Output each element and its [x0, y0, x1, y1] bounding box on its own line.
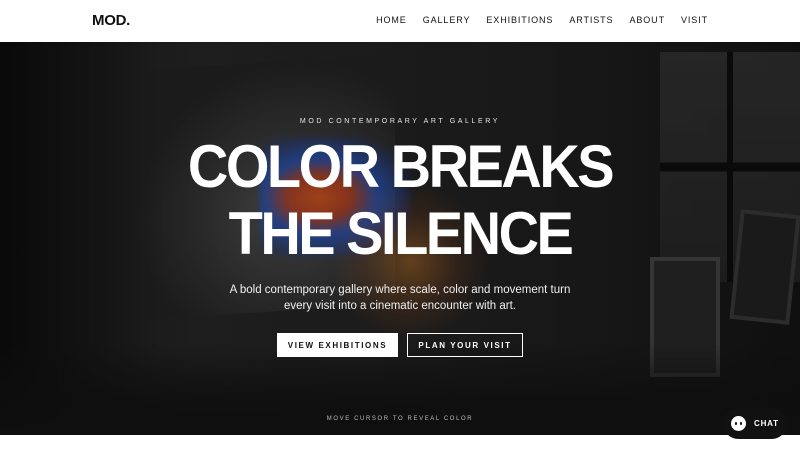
nav-home[interactable]: HOME [376, 15, 407, 25]
chat-button[interactable]: CHAT [723, 408, 787, 439]
top-nav: MOD. HOME GALLERY EXHIBITIONS ARTISTS AB… [0, 0, 800, 42]
chat-bubble-icon [731, 416, 746, 431]
hero-content: MOD CONTEMPORARY ART GALLERY COLOR BREAK… [0, 42, 800, 435]
hero-subtext-line-1: A bold contemporary gallery where scale,… [229, 284, 571, 296]
reveal-color-hint: MOVE CURSOR TO REVEAL COLOR [326, 416, 474, 422]
hero-subtext-line-2: every visit into a cinematic encounter w… [283, 300, 517, 312]
hero-subtext: A bold contemporary gallery where scale,… [0, 282, 800, 314]
hero-headline: COLOR BREAKS THE SILENCE [0, 133, 800, 267]
nav-exhibitions[interactable]: EXHIBITIONS [486, 15, 553, 25]
nav-about[interactable]: ABOUT [629, 15, 665, 25]
nav-links: HOME GALLERY EXHIBITIONS ARTISTS ABOUT V… [376, 15, 708, 25]
nav-visit[interactable]: VISIT [681, 15, 708, 25]
view-exhibitions-button[interactable]: VIEW EXHIBITIONS [277, 333, 398, 357]
nav-artists[interactable]: ARTISTS [569, 15, 613, 25]
hero-eyebrow: MOD CONTEMPORARY ART GALLERY [299, 118, 501, 125]
nav-gallery[interactable]: GALLERY [423, 15, 471, 25]
hero-section: MOD CONTEMPORARY ART GALLERY COLOR BREAK… [0, 42, 800, 435]
site-logo[interactable]: MOD. [92, 12, 130, 29]
plan-your-visit-button[interactable]: PLAN YOUR VISIT [407, 333, 523, 357]
hero-headline-line-2: THE SILENCE [228, 198, 574, 267]
hero-headline-line-1: COLOR BREAKS [187, 131, 615, 200]
chat-label: CHAT [754, 419, 779, 428]
